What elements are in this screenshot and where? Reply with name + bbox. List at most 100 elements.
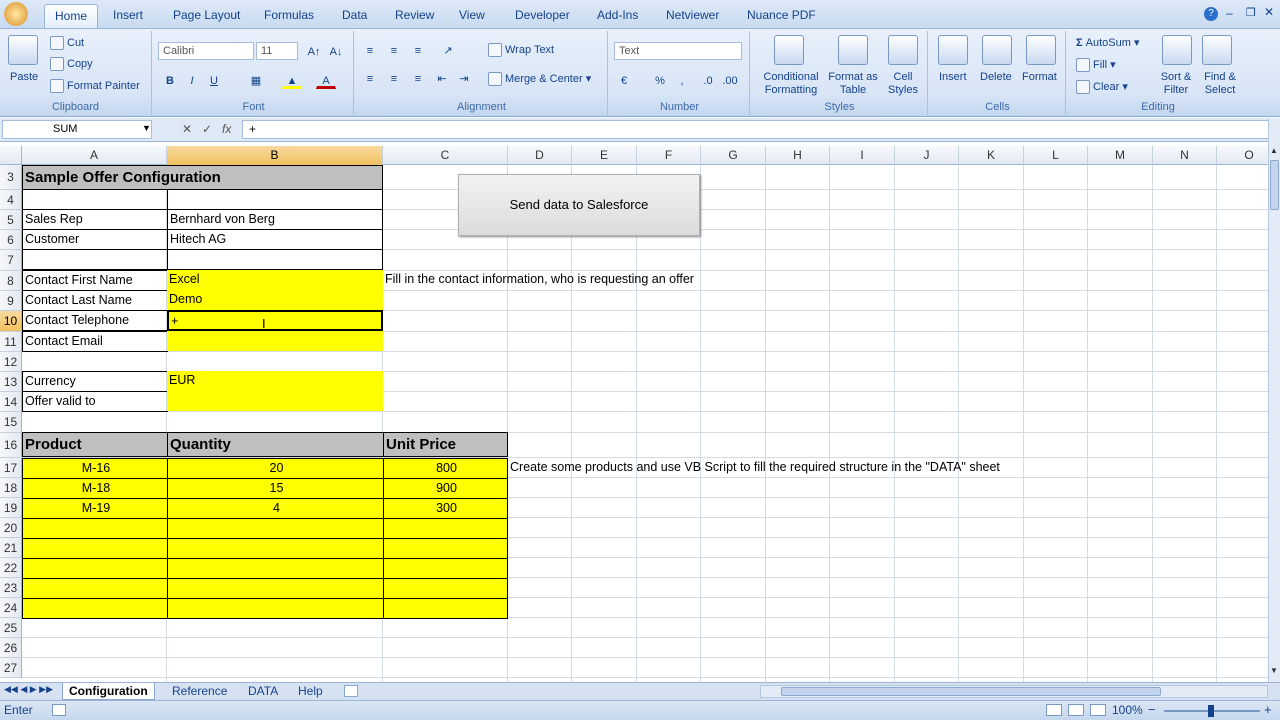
send-to-salesforce-button[interactable]: Send data to Salesforce (458, 174, 700, 236)
vertical-scrollbar[interactable]: ▲ ▼ (1268, 118, 1280, 682)
row-header[interactable]: 18 (0, 478, 22, 498)
row-header[interactable]: 25 (0, 618, 22, 638)
fill-button[interactable]: Fill ▾ (1076, 58, 1116, 73)
shrink-font-button[interactable]: A↓ (326, 42, 346, 60)
telephone-label[interactable]: Contact Telephone (22, 310, 168, 331)
align-bottom-icon[interactable]: ≡ (408, 41, 428, 59)
first-sheet-icon[interactable]: ◀◀ ◀ ▶ ▶▶ (4, 684, 53, 695)
title-cell[interactable]: Sample Offer Configuration (22, 165, 383, 190)
name-box-dropdown-icon[interactable]: ▼ (142, 123, 151, 133)
last-name-label[interactable]: Contact Last Name (22, 290, 168, 311)
cell-styles-button[interactable]: Cell Styles (882, 71, 924, 97)
col-header-o[interactable]: O (1217, 146, 1268, 165)
office-button[interactable] (4, 2, 28, 26)
conditional-formatting-button[interactable]: Conditional Formatting (756, 71, 826, 97)
tab-nuance-pdf[interactable]: Nuance PDF (737, 4, 826, 28)
col-header-h[interactable]: H (766, 146, 830, 165)
row-header[interactable]: 3 (0, 165, 22, 190)
row-header[interactable]: 17 (0, 458, 22, 478)
borders-icon[interactable]: ▦ (246, 71, 266, 89)
row-header[interactable]: 6 (0, 230, 22, 250)
col-header-e[interactable]: E (572, 146, 637, 165)
scroll-up-icon[interactable]: ▲ (1270, 146, 1278, 155)
row-header[interactable]: 5 (0, 210, 22, 230)
scroll-down-icon[interactable]: ▼ (1270, 666, 1278, 675)
zoom-in-icon[interactable]: + (1264, 702, 1272, 717)
col-header-k[interactable]: K (959, 146, 1024, 165)
row-header[interactable]: 21 (0, 538, 22, 558)
customer-label[interactable]: Customer (22, 229, 168, 250)
row-header[interactable]: 19 (0, 498, 22, 518)
align-center-icon[interactable]: ≡ (384, 69, 404, 87)
cell-a4[interactable] (22, 189, 168, 210)
first-name-value[interactable]: Excel (167, 270, 383, 290)
cancel-icon[interactable]: ✕ (182, 122, 192, 136)
currency-label[interactable]: Currency (22, 371, 168, 392)
row-header[interactable]: 14 (0, 392, 22, 412)
tab-add-ins[interactable]: Add-Ins (587, 4, 648, 28)
percent-button[interactable]: % (650, 71, 670, 89)
col-header-n[interactable]: N (1153, 146, 1217, 165)
currency-icon[interactable]: € (614, 71, 634, 89)
row-header[interactable]: 12 (0, 352, 22, 372)
row-header[interactable]: 10 (0, 311, 22, 332)
col-header-m[interactable]: M (1088, 146, 1153, 165)
unit-price-cell[interactable] (383, 598, 508, 619)
currency-value[interactable]: EUR (167, 371, 383, 391)
row-header[interactable]: 24 (0, 598, 22, 618)
delete-button[interactable]: Delete (980, 71, 1012, 83)
email-value[interactable] (167, 331, 383, 351)
unit-price-cell[interactable] (383, 558, 508, 579)
product-cell[interactable]: M-16 (22, 458, 168, 479)
tab-help[interactable]: Help (292, 683, 329, 700)
sales-rep-label[interactable]: Sales Rep (22, 209, 168, 230)
align-right-icon[interactable]: ≡ (408, 69, 428, 87)
quantity-cell[interactable] (167, 518, 384, 539)
quantity-cell[interactable]: 15 (167, 478, 384, 499)
row-header[interactable]: 26 (0, 638, 22, 658)
quantity-cell[interactable] (167, 558, 384, 579)
row-header[interactable]: 27 (0, 658, 22, 678)
cut-button[interactable]: Cut (50, 36, 84, 50)
bold-button[interactable]: B (160, 71, 180, 89)
tab-formulas[interactable]: Formulas (254, 4, 324, 28)
quantity-cell[interactable] (167, 598, 384, 619)
col-header-f[interactable]: F (637, 146, 701, 165)
zoom-slider[interactable] (1164, 705, 1260, 717)
insert-sheet-icon[interactable] (344, 685, 358, 697)
tab-reference[interactable]: Reference (166, 683, 233, 700)
col-header-g[interactable]: G (701, 146, 766, 165)
wrap-text-button[interactable]: Wrap Text (488, 43, 554, 57)
cell-a7[interactable] (22, 249, 168, 270)
unit-price-cell[interactable]: 300 (383, 498, 508, 519)
row-header[interactable]: 11 (0, 332, 22, 352)
scroll-thumb[interactable] (1270, 160, 1279, 210)
unit-price-cell[interactable] (383, 578, 508, 599)
page-layout-view-icon[interactable] (1068, 704, 1084, 716)
zoom-level[interactable]: 100% (1112, 703, 1143, 717)
col-header-l[interactable]: L (1024, 146, 1088, 165)
telephone-input[interactable]: + (167, 310, 383, 331)
select-all-corner[interactable] (0, 146, 22, 165)
unit-price-header[interactable]: Unit Price (383, 432, 508, 457)
font-size-combo[interactable]: 11 (256, 42, 298, 60)
underline-button[interactable]: U (204, 71, 224, 89)
indent-increase-icon[interactable]: ⇥ (454, 69, 474, 87)
row-header[interactable]: 20 (0, 518, 22, 538)
unit-price-cell[interactable]: 900 (383, 478, 508, 499)
product-cell[interactable] (22, 558, 168, 579)
cell-b4[interactable] (167, 189, 383, 210)
first-name-label[interactable]: Contact First Name (22, 270, 168, 291)
unit-price-cell[interactable] (383, 518, 508, 539)
quantity-cell[interactable]: 4 (167, 498, 384, 519)
paste-button[interactable]: Paste (10, 71, 38, 83)
decrease-decimal-icon[interactable]: .00 (720, 71, 740, 89)
italic-button[interactable]: I (182, 71, 202, 89)
tab-insert[interactable]: Insert (103, 4, 153, 28)
product-cell[interactable] (22, 578, 168, 599)
format-as-table-button[interactable]: Format as Table (828, 71, 878, 97)
minimize-icon[interactable]: – (1226, 6, 1233, 20)
zoom-out-icon[interactable]: − (1148, 702, 1156, 717)
quantity-cell[interactable]: 20 (167, 458, 384, 479)
align-middle-icon[interactable]: ≡ (384, 41, 404, 59)
